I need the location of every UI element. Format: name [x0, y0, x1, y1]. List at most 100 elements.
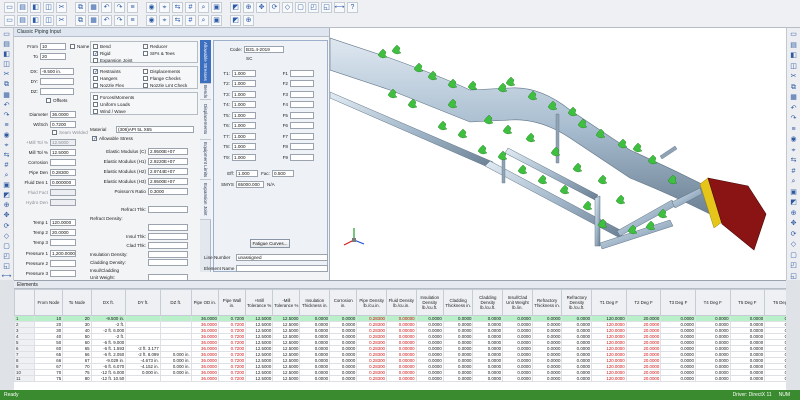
- snap-icon[interactable]: ◩: [230, 15, 241, 26]
- delete-icon[interactable]: ⟳: [2, 222, 12, 230]
- tab-expansion-joint[interactable]: Expansion Joint: [200, 180, 211, 220]
- tab-allowable-stresses[interactable]: Allowable Stresses: [200, 40, 211, 84]
- find-icon[interactable]: ⌕: [198, 2, 209, 13]
- option-checkbox[interactable]: [143, 44, 148, 49]
- view-icon[interactable]: ◩: [230, 2, 241, 13]
- table-cell[interactable]: 36.0000: [190, 375, 219, 382]
- table-cell[interactable]: 12.5000: [272, 375, 301, 382]
- eff-input[interactable]: 1.000: [236, 169, 258, 177]
- split-icon[interactable]: ⌖: [159, 2, 170, 13]
- measure-icon[interactable]: ⟷: [1, 273, 11, 280]
- dz-input[interactable]: [40, 87, 74, 95]
- undo-icon[interactable]: ↶: [101, 2, 112, 13]
- dims-icon[interactable]: ⟷: [334, 2, 345, 13]
- option-flange-checks[interactable]: Flange Checks: [143, 75, 197, 82]
- column-header[interactable]: T2 Deg F: [625, 289, 662, 316]
- zoom-in-icon[interactable]: ⇆: [789, 157, 799, 165]
- column-header[interactable]: Pipe Density lb./cu.in.: [356, 289, 387, 316]
- refract-thk-input[interactable]: [148, 205, 188, 213]
- grid-icon[interactable]: ↷: [789, 115, 799, 123]
- option-wind-wave[interactable]: Wind / Wave: [93, 108, 193, 115]
- restraint-icon[interactable]: [391, 44, 402, 55]
- side-icon[interactable]: ◱: [321, 2, 332, 13]
- home-icon[interactable]: ⊕: [243, 15, 254, 26]
- option-checkbox[interactable]: [143, 69, 148, 74]
- t-input[interactable]: 1.000: [232, 101, 256, 108]
- table-cell[interactable]: [125, 375, 161, 382]
- temp2-input[interactable]: 20.0000: [50, 228, 76, 236]
- copy-icon[interactable]: ✥: [2, 212, 12, 219]
- pipeden-input[interactable]: 0.28300: [50, 168, 76, 176]
- table-cell[interactable]: 0.7200: [217, 375, 247, 382]
- restraint-icon[interactable]: ↶: [2, 102, 12, 109]
- code-select[interactable]: B31.4-2019: [244, 45, 284, 53]
- option-checkbox[interactable]: [143, 76, 148, 81]
- row-number[interactable]: 11: [14, 375, 35, 382]
- column-header[interactable]: Fluid Density lb./cu.in.: [385, 289, 417, 316]
- table-cell[interactable]: 0.0000: [442, 375, 474, 382]
- new-icon[interactable]: ▭: [4, 2, 15, 13]
- hydroden-input[interactable]: [50, 198, 76, 206]
- t-input[interactable]: 1.000: [232, 69, 256, 77]
- corrosion-input[interactable]: [50, 158, 76, 166]
- restraint-icon[interactable]: [559, 184, 570, 195]
- move-icon[interactable]: ◇: [2, 233, 12, 240]
- material-select[interactable]: (306)API 5L X65: [116, 125, 194, 133]
- renumber-icon[interactable]: #: [185, 2, 196, 13]
- option-nozzle-lmt-check[interactable]: Nozzle Lmt Check: [143, 82, 197, 89]
- table-cell[interactable]: -12 ft. 10.50: [90, 375, 127, 382]
- measure-icon[interactable]: ⇆: [172, 15, 183, 26]
- list-icon[interactable]: ◧: [789, 52, 799, 60]
- invert-icon[interactable]: ⇆: [172, 2, 183, 13]
- tee-icon[interactable]: ✂: [2, 71, 12, 78]
- legend-icon[interactable]: ✂: [56, 15, 67, 26]
- column-header[interactable]: Refractory Thickness in.: [531, 289, 563, 316]
- smys-input[interactable]: 65000.000: [236, 180, 264, 188]
- redo-icon[interactable]: ↷: [114, 2, 125, 13]
- pressure3-input[interactable]: [50, 269, 76, 277]
- f-input[interactable]: [290, 80, 314, 87]
- elastic-h1-input[interactable]: 2.9220E+07: [148, 157, 188, 165]
- allow-icon[interactable]: ⊕: [2, 202, 12, 209]
- option-expansion-joint[interactable]: Expansion Joint: [93, 57, 145, 64]
- restraint-icon[interactable]: [537, 174, 548, 185]
- table-row[interactable]: 11 75 80 -12 ft. 10.50 36.0000 0.7200 12.5000 1…: [14, 375, 786, 382]
- pdf-icon[interactable]: ▣: [211, 2, 222, 13]
- column-header[interactable]: Insulation Thickness in.: [299, 289, 331, 316]
- column-header[interactable]: DX ft.: [90, 289, 127, 316]
- elastic-h3-input[interactable]: 2.9500E+07: [148, 177, 188, 185]
- table-cell[interactable]: 80: [62, 375, 92, 382]
- table-cell[interactable]: 0.0000: [660, 375, 696, 382]
- zoom-icon[interactable]: ⊕: [243, 2, 254, 13]
- layers-icon[interactable]: ▤: [789, 42, 799, 50]
- pan-icon[interactable]: ✥: [256, 2, 267, 13]
- option-bend[interactable]: Bend: [93, 43, 145, 50]
- option-checkbox[interactable]: [143, 83, 148, 88]
- tab-bends[interactable]: Bends: [200, 84, 211, 100]
- tab-displacements[interactable]: Displacements: [200, 100, 211, 140]
- refract-den-input[interactable]: [148, 223, 188, 231]
- paste-icon[interactable]: ▦: [88, 2, 99, 13]
- offsets-row[interactable]: Offsets: [46, 97, 67, 104]
- t-input[interactable]: 1.000: [232, 111, 256, 119]
- table-cell[interactable]: 0.0000: [729, 375, 766, 382]
- restraint-icon[interactable]: [572, 162, 583, 173]
- name-checkbox[interactable]: [70, 43, 75, 49]
- option-nozzle-flex[interactable]: Nozzle Flex: [93, 82, 145, 89]
- restraint-icon[interactable]: [505, 76, 516, 87]
- option-restraints[interactable]: ✓ Restraints: [93, 68, 145, 75]
- valve-icon[interactable]: ⧉: [2, 81, 12, 88]
- copy-icon[interactable]: ⧉: [75, 2, 86, 13]
- option-forces-moments[interactable]: Forces/Moments: [93, 94, 193, 101]
- column-header[interactable]: T1 Deg F: [591, 289, 627, 316]
- fluidfact-input[interactable]: [50, 188, 76, 196]
- clad-thk-input[interactable]: [148, 241, 188, 249]
- save-icon[interactable]: ◧: [30, 2, 41, 13]
- t-input[interactable]: 1.000: [232, 153, 256, 161]
- temp3-input[interactable]: [50, 238, 76, 246]
- top-icon[interactable]: ✥: [789, 220, 799, 228]
- wtsch-input[interactable]: 0.7200: [50, 120, 76, 128]
- seam-checkbox[interactable]: [52, 130, 57, 135]
- side-icon[interactable]: ⟳: [789, 231, 799, 239]
- pressure2-input[interactable]: [50, 259, 76, 267]
